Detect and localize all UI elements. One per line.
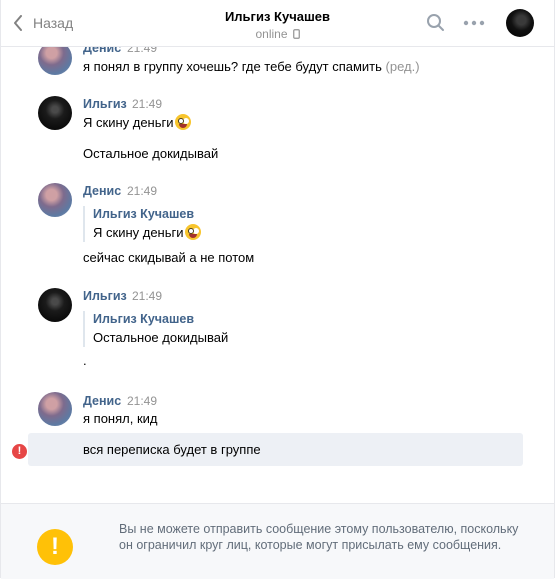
message-text: Остальное докидывай — [83, 146, 219, 161]
warning-icon: ! — [37, 529, 73, 565]
quote-text: Остальное докидывай — [93, 330, 229, 345]
quote-body: Я скину деньги — [93, 225, 184, 240]
emoji-icon — [174, 114, 191, 130]
message-time[interactable]: 21:49 — [127, 394, 157, 408]
avatar[interactable] — [38, 96, 72, 130]
header-avatar[interactable] — [506, 9, 534, 37]
message-author[interactable]: Денис — [83, 47, 121, 55]
quote-text: Я скину деньги — [93, 223, 201, 242]
message-text: сейчас скидывай а не потом — [83, 250, 255, 265]
message-author[interactable]: Денис — [83, 184, 121, 198]
emoji-icon — [184, 224, 201, 240]
mobile-icon — [292, 29, 300, 39]
forwarded-quote[interactable]: Ильгиз Кучашев Я скину деньги — [83, 206, 201, 242]
message-time[interactable]: 21:49 — [132, 289, 162, 303]
message-author[interactable]: Ильгиз — [83, 97, 127, 111]
more-icon[interactable] — [463, 20, 485, 26]
online-status: online — [1, 27, 554, 41]
search-icon[interactable] — [426, 13, 445, 32]
chat-header: Назад Ильгиз Кучашев online — [1, 0, 554, 47]
message-time[interactable]: 21:49 — [132, 97, 162, 111]
message-history: Денис 21:49 я понял в группу хочешь? где… — [1, 47, 554, 503]
avatar[interactable] — [38, 47, 72, 75]
message-text: я понял, кид — [83, 411, 158, 426]
edited-label[interactable]: (ред.) — [386, 59, 420, 74]
avatar[interactable] — [38, 392, 72, 426]
restriction-notice: Вы не можете отправить сообщение этому п… — [119, 522, 519, 552]
message-time[interactable]: 21:49 — [127, 47, 157, 55]
message-text: я понял в группу хочешь? где тебе будут … — [83, 59, 420, 74]
status-text: online — [255, 27, 288, 41]
failed-message-text: вся переписка будет в группе — [83, 442, 261, 457]
message-body: Я скину деньги — [83, 115, 174, 130]
forwarded-quote[interactable]: Ильгиз Кучашев Остальное докидывай — [83, 311, 228, 347]
avatar[interactable] — [38, 183, 72, 217]
quote-author[interactable]: Ильгиз Кучашев — [93, 206, 201, 223]
avatar[interactable] — [38, 288, 72, 322]
write-restriction-panel: ! Вы не можете отправить сообщение этому… — [1, 503, 554, 579]
message-author[interactable]: Ильгиз — [83, 289, 127, 303]
message-time[interactable]: 21:49 — [127, 184, 157, 198]
message-body: я понял в группу хочешь? где тебе будут … — [83, 59, 382, 74]
chat-window: Назад Ильгиз Кучашев online Денис 21:49 … — [0, 0, 555, 579]
error-icon[interactable]: ! — [12, 444, 27, 459]
message-author[interactable]: Денис — [83, 394, 121, 408]
message-text: . — [83, 353, 87, 368]
message-text: Я скину деньги — [83, 114, 191, 130]
quote-author[interactable]: Ильгиз Кучашев — [93, 311, 228, 328]
